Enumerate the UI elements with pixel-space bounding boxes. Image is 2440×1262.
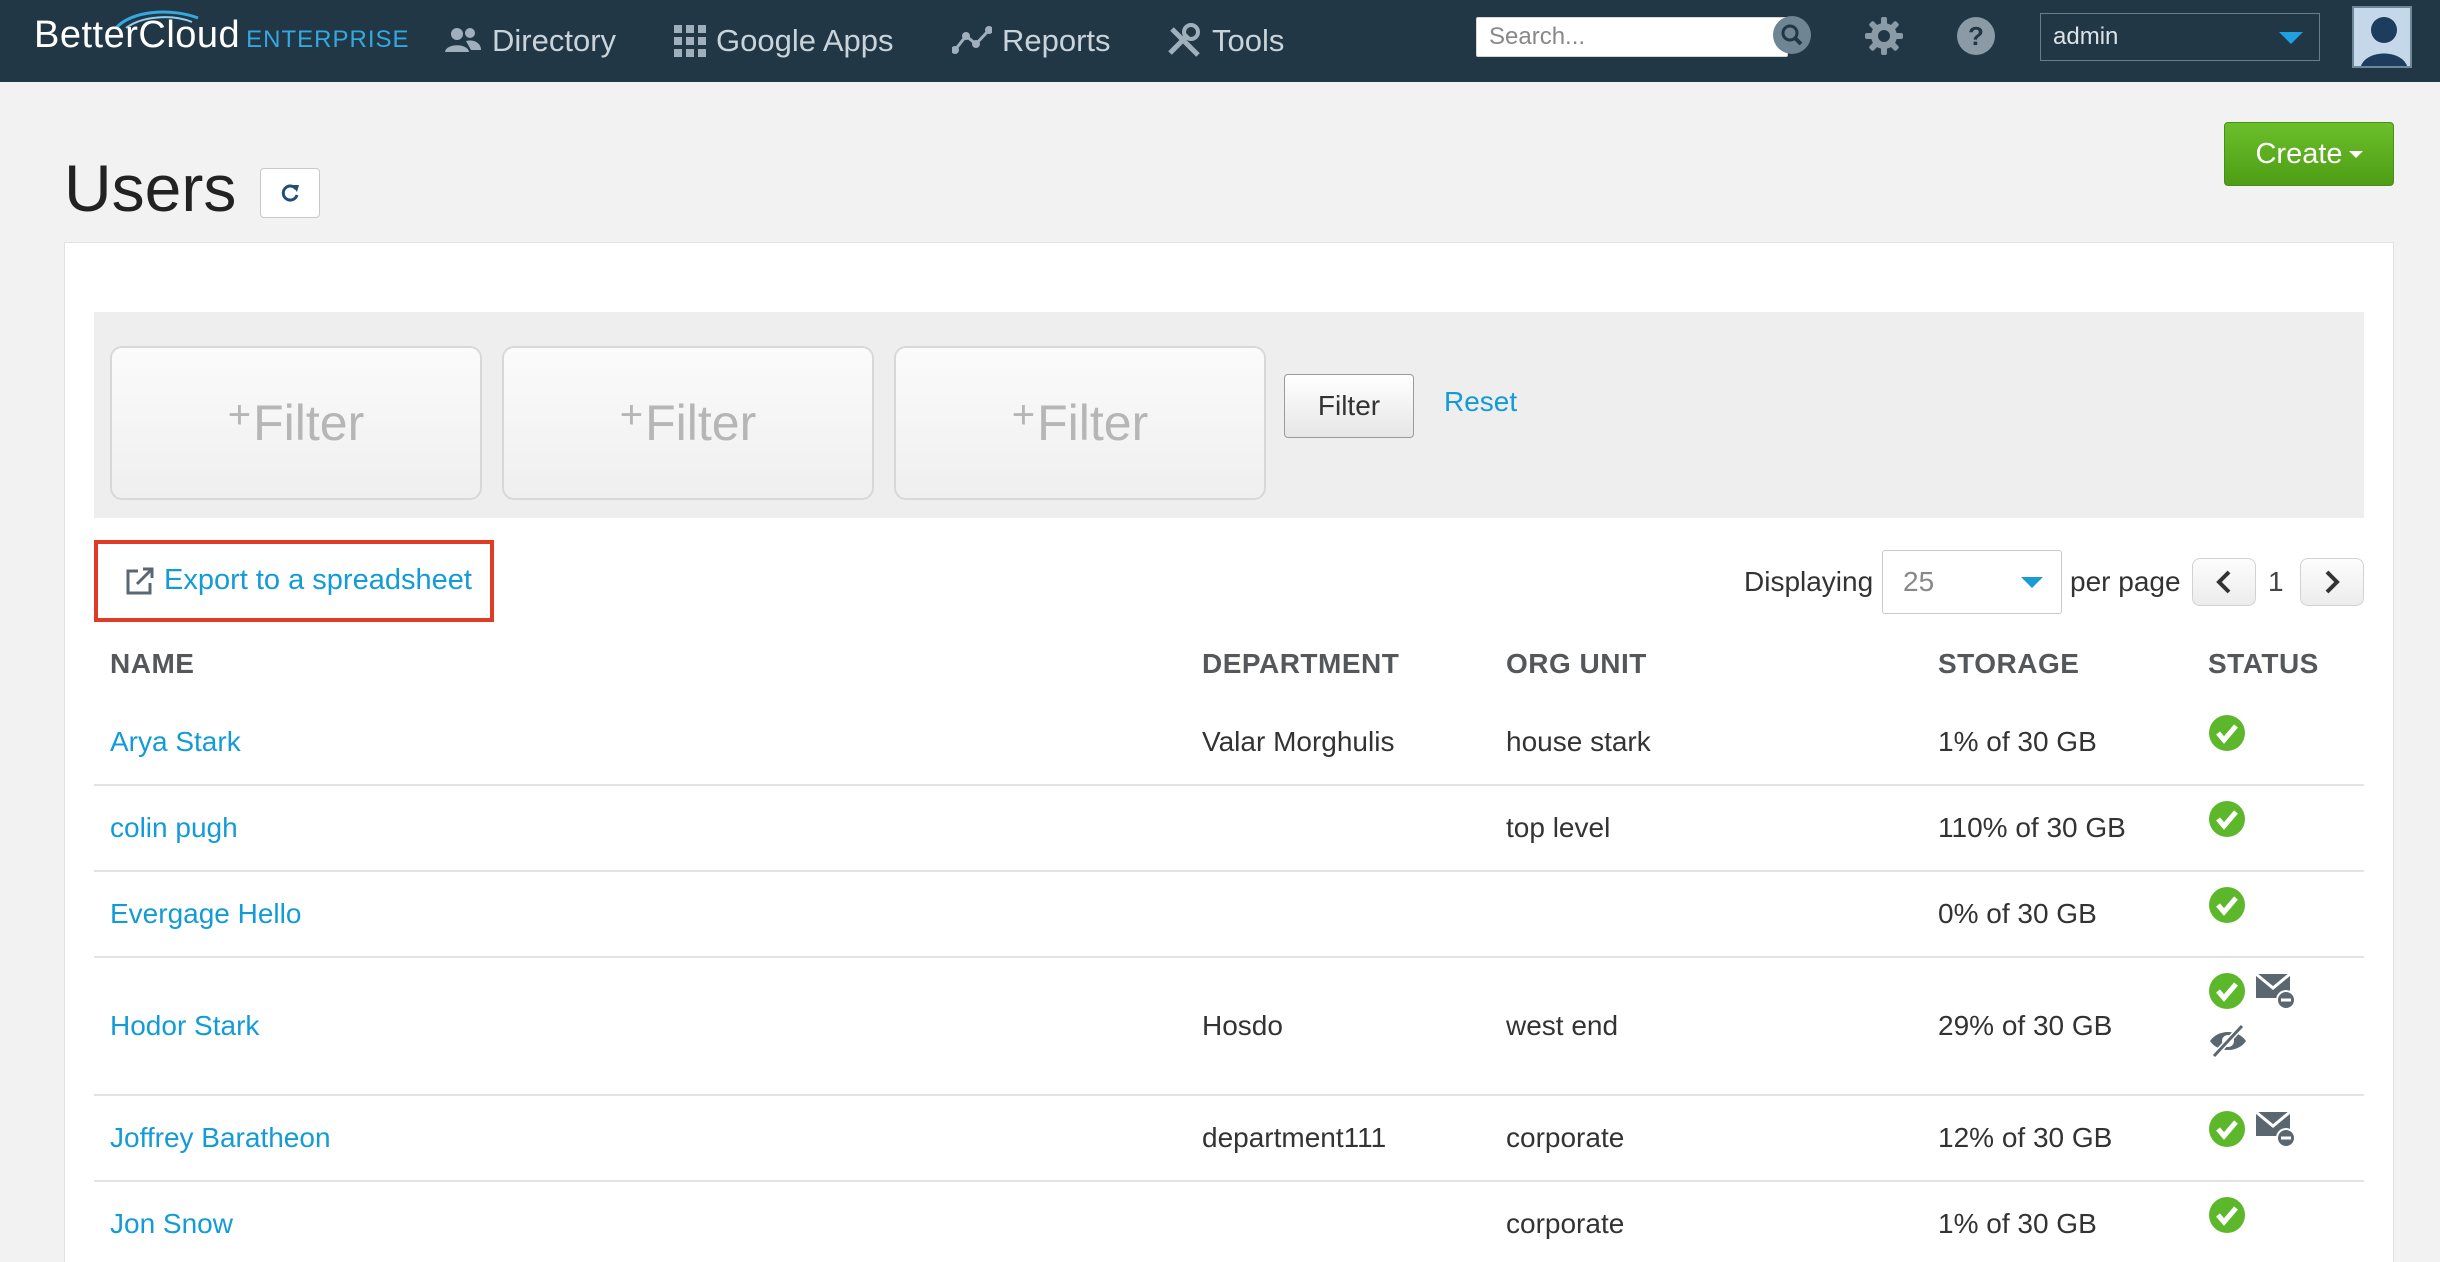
search-icon [1773,16,1811,54]
nav-google-apps-label: Google Apps [716,23,894,58]
user-select-value: admin [2053,23,2119,50]
eye-slash-icon [2210,1024,2246,1058]
tools-icon [1168,23,1200,57]
brand-edition: ENTERPRISE [246,26,410,53]
column-header-storage[interactable]: STORAGE [1938,648,2079,680]
current-page: 1 [2268,566,2284,597]
org-unit-cell: corporate [1506,1122,1625,1153]
avatar[interactable] [2352,6,2412,68]
external-link-icon [126,567,154,594]
line-chart-icon [952,26,992,54]
check-circle-icon [2209,1111,2245,1147]
column-header-org-unit[interactable]: ORG UNIT [1506,648,1647,680]
plus-icon: + [227,392,252,437]
per-page-value: 25 [1903,566,1935,597]
plus-icon: + [619,392,644,437]
refresh-button[interactable] [260,168,320,218]
department-cell: Hosdo [1202,1010,1283,1041]
org-unit-cell: top level [1506,812,1611,843]
nav-reports[interactable]: Reports [952,16,1111,66]
storage-cell: 0% of 30 GB [1938,898,2097,929]
check-circle-icon [2209,973,2245,1009]
export-label: Export to a spreadsheet [164,564,472,596]
storage-cell: 12% of 30 GB [1938,1122,2113,1153]
filter-slot-label: Filter [253,395,365,451]
grid-icon [674,25,706,57]
org-unit-cell: corporate [1506,1208,1625,1239]
export-spreadsheet-link[interactable]: Export to a spreadsheet [124,564,472,597]
chevron-down-icon [2021,577,2043,588]
user-name-link[interactable]: Evergage Hello [110,898,301,930]
caret-down-icon [2348,150,2363,158]
user-select[interactable]: admin [2040,13,2320,61]
column-header-name[interactable]: NAME [110,648,194,680]
chevron-down-icon [2279,32,2303,44]
check-circle-icon [2209,887,2245,923]
create-button-label: Create [2255,137,2343,170]
user-silhouette-icon [2354,8,2410,66]
page-title: Users [64,151,237,225]
nav-tools-label: Tools [1212,23,1285,58]
table-row: Jon Snow corporate 1% of 30 GB [94,1182,2364,1262]
storage-cell: 1% of 30 GB [1938,726,2097,757]
filter-slot-1[interactable]: + Filter [110,346,482,500]
gear-icon [1865,17,1903,55]
filter-slot-label: Filter [1037,395,1149,451]
table-row: Hodor Stark Hosdo west end 29% of 30 GB [94,958,2364,1096]
org-unit-cell: west end [1506,1010,1619,1041]
top-navbar: BetterCloud ENTERPRISE Directory Google … [0,0,2440,82]
chevron-right-icon [2325,570,2340,594]
user-name-link[interactable]: Arya Stark [110,726,241,758]
search-button[interactable] [1772,15,1812,55]
chevron-left-icon [2216,570,2231,594]
check-circle-icon [2209,1197,2245,1233]
users-icon [445,28,481,52]
filter-slot-3[interactable]: + Filter [894,346,1266,500]
table-row: Joffrey Baratheon department111 corporat… [94,1096,2364,1182]
per-page-select[interactable]: 25 [1882,550,2062,614]
user-name-link[interactable]: Joffrey Baratheon [110,1122,331,1154]
next-page-button[interactable] [2300,558,2364,606]
settings-button[interactable] [1862,14,1906,58]
nav-reports-label: Reports [1002,23,1111,58]
user-name-link[interactable]: Hodor Stark [110,1010,259,1042]
check-circle-icon [2209,801,2245,837]
nav-tools[interactable]: Tools [1166,16,1284,66]
user-name-link[interactable]: Jon Snow [110,1208,233,1240]
brand-logo[interactable]: BetterCloud ENTERPRISE [34,10,410,64]
search-input[interactable]: Search... [1476,17,1788,57]
nav-directory-label: Directory [492,23,617,58]
filter-slot-2[interactable]: + Filter [502,346,874,500]
displaying-label: Displaying [1744,566,1874,597]
storage-cell: 29% of 30 GB [1938,1010,2113,1041]
filter-button[interactable]: Filter [1284,374,1414,438]
brand-name: BetterCloud [34,14,241,56]
create-button[interactable]: Create [2224,122,2394,186]
question-circle-icon: ? [1957,17,1995,55]
plus-icon: + [1011,392,1036,437]
department-cell: Valar Morghulis [1202,726,1395,757]
user-name-link[interactable]: colin pugh [110,812,238,844]
prev-page-button[interactable] [2192,558,2256,606]
svg-text:?: ? [1968,21,1984,51]
table-row: Evergage Hello 0% of 30 GB [94,872,2364,958]
org-unit-cell: house stark [1506,726,1651,757]
column-header-department[interactable]: DEPARTMENT [1202,648,1399,680]
refresh-icon [281,184,299,202]
table-row: Arya Stark Valar Morghulis house stark 1… [94,700,2364,786]
department-cell: department111 [1202,1122,1387,1153]
per-page-label: per page [2070,566,2181,597]
nav-google-apps[interactable]: Google Apps [674,16,894,66]
help-button[interactable]: ? [1954,14,1998,58]
mail-forward-icon [2255,1110,2296,1148]
nav-directory[interactable]: Directory [444,16,616,66]
storage-cell: 1% of 30 GB [1938,1208,2097,1239]
reset-link[interactable]: Reset [1444,386,1517,418]
mail-forward-icon [2255,972,2296,1010]
check-circle-icon [2209,715,2245,751]
storage-cell: 110% of 30 GB [1938,812,2126,843]
column-header-status: STATUS [2208,648,2319,679]
filter-slot-label: Filter [645,395,757,451]
table-row: colin pugh top level 110% of 30 GB [94,786,2364,872]
